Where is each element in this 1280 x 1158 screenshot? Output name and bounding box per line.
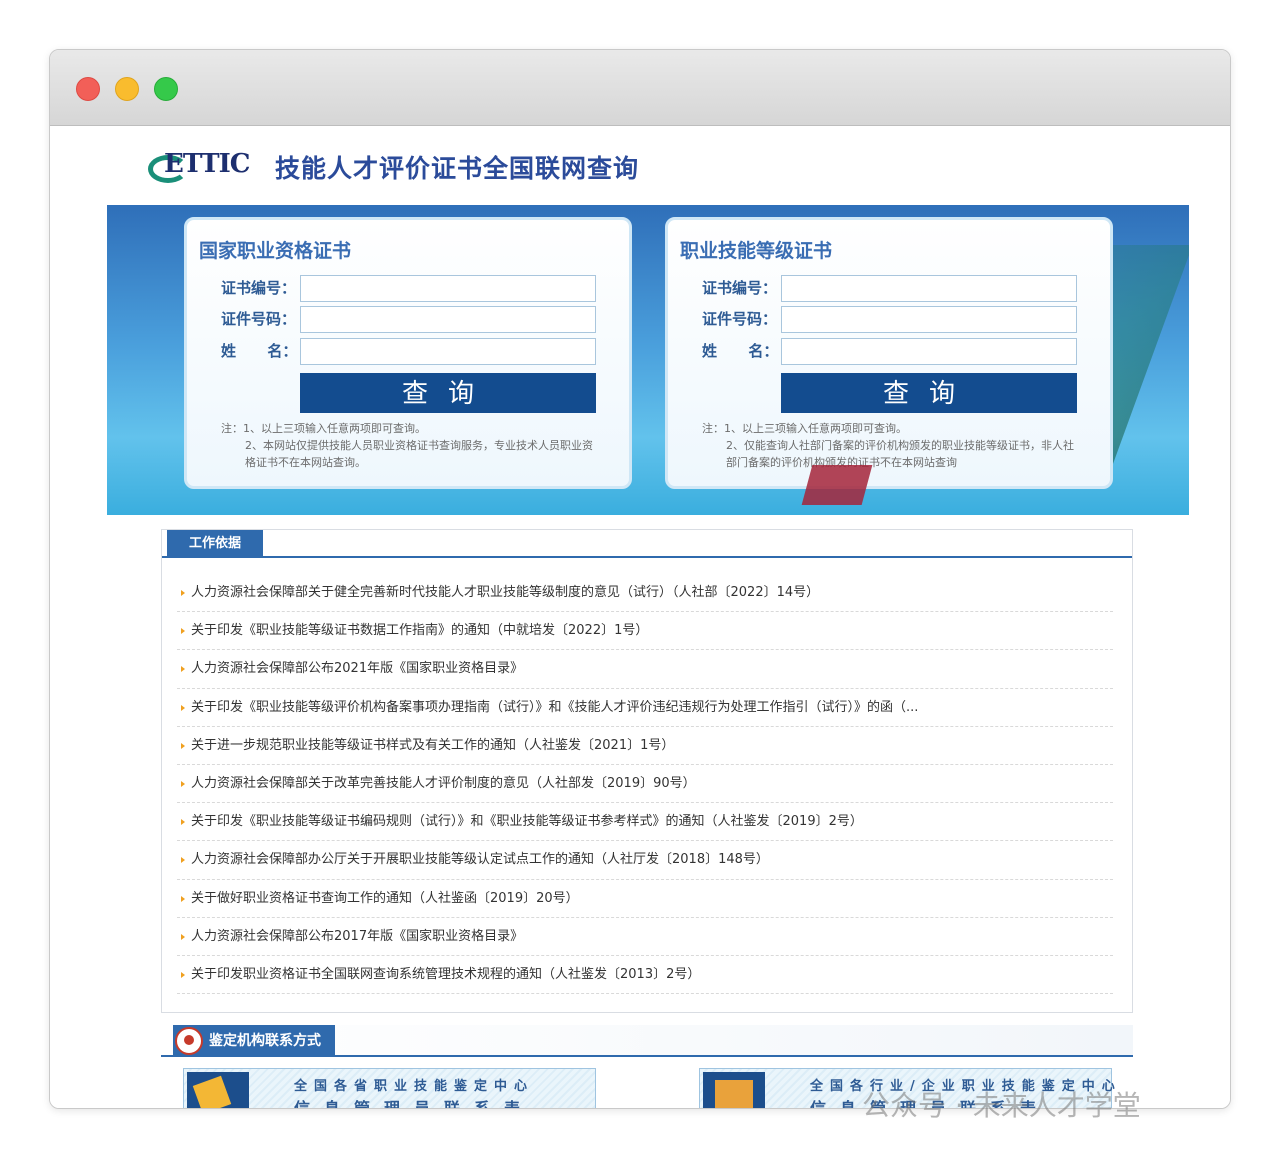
contact-tab[interactable]: 鉴定机构联系方式 [173,1025,335,1057]
card-title: 国家职业资格证书 [199,240,352,262]
section-header: 工作依据 [162,530,1132,558]
books-icon [703,1072,765,1108]
card-title: 职业技能等级证书 [680,240,833,262]
query-banner: 国家职业资格证书 证书编号： 证件号码： 姓 名： 查询 注：1、以上三项输入任… [107,205,1189,515]
logo-text: ETTIC [164,149,250,179]
contact-box-title: 全国各省职业技能鉴定中心 [294,1079,535,1094]
window-titlebar [50,50,1230,126]
list-item[interactable]: 人力资源社会保障部关于改革完善技能人才评价制度的意见（人社部发〔2019〕90号… [177,765,1113,804]
vocational-qualification-card: 国家职业资格证书 证书编号： 证件号码： 姓 名： 查询 注：1、以上三项输入任… [184,217,632,489]
ettic-logo: ETTIC [148,149,263,185]
cert-number-label: 证书编号： [702,279,778,297]
site-title: 技能人才评价证书全国联网查询 [275,154,640,183]
note-line-1: 注：1、以上三项输入任意两项即可查询。 [702,422,907,435]
section-header: 鉴定机构联系方式 [161,1025,1133,1057]
browser-window: ETTIC 技能人才评价证书全国联网查询 国家职业资格证书 证书编号： 证件号码… [49,49,1231,1109]
list-item[interactable]: 关于进一步规范职业技能等级证书样式及有关工作的通知（人社鉴发〔2021〕1号） [177,727,1113,765]
contact-badge-icon [175,1027,203,1055]
list-item[interactable]: 人力资源社会保障部办公厅关于开展职业技能等级认定试点工作的通知（人社厅发〔201… [177,841,1113,880]
minimize-window-button[interactable] [115,77,139,101]
note-line-2: 2、仅能查询人社部门备案的评价机构颁发的职业技能等级证书，非人社部门备案的评价机… [726,439,1074,469]
provincial-center-link[interactable]: 全国各省职业技能鉴定中心 信息管理员联系表 [183,1068,596,1109]
cert-number-input[interactable] [781,275,1077,302]
maximize-window-button[interactable] [154,77,178,101]
name-input[interactable] [781,338,1077,365]
note-line-2: 2、本网站仅提供技能人员职业资格证书查询服务，专业技术人员职业资格证书不在本网站… [245,439,593,469]
close-window-button[interactable] [76,77,100,101]
skill-level-card: 职业技能等级证书 证书编号： 证件号码： 姓 名： 查询 注：1、以上三项输入任… [665,217,1113,489]
note-line-1: 注：1、以上三项输入任意两项即可查询。 [221,422,426,435]
contact-tab-label: 鉴定机构联系方式 [209,1033,321,1049]
list-item[interactable]: 人力资源社会保障部关于健全完善新时代技能人才职业技能等级制度的意见（试行）（人社… [177,574,1113,613]
list-item[interactable]: 人力资源社会保障部公布2021年版《国家职业资格目录》 [177,650,1113,689]
id-number-input[interactable] [781,306,1077,333]
folder-icon [187,1072,249,1108]
wechat-watermark: 公众号 · 未来人才学堂 [862,1089,1141,1122]
name-label: 姓 名： [221,342,298,360]
page-content: ETTIC 技能人才评价证书全国联网查询 国家职业资格证书 证书编号： 证件号码… [50,127,1230,1109]
query-note: 注：1、以上三项输入任意两项即可查询。 2、本网站仅提供技能人员职业资格证书查询… [221,420,601,471]
list-item[interactable]: 关于做好职业资格证书查询工作的通知（人社鉴函〔2019〕20号） [177,880,1113,918]
id-number-label: 证件号码： [702,310,778,328]
list-item[interactable]: 人力资源社会保障部公布2017年版《国家职业资格目录》 [177,918,1113,956]
list-item[interactable]: 关于印发《职业技能等级证书编码规则（试行）》和《职业技能等级证书参考样式》的通知… [177,803,1113,842]
name-label: 姓 名： [702,342,779,360]
name-input[interactable] [300,338,596,365]
query-button[interactable]: 查询 [781,373,1077,413]
site-header: ETTIC 技能人才评价证书全国联网查询 [148,147,639,187]
contact-box-subtitle: 信息管理员联系表 [294,1099,535,1109]
work-basis-tab[interactable]: 工作依据 [167,530,264,558]
list-item[interactable]: 关于印发《职业技能等级评价机构备案事项办理指南（试行）》和《技能人才评价违纪违规… [177,689,1113,727]
cert-number-label: 证书编号： [221,279,297,297]
list-item[interactable]: 关于印发《职业技能等级证书数据工作指南》的通知（中就培发〔2022〕1号） [177,612,1113,651]
list-item[interactable]: 关于印发职业资格证书全国联网查询系统管理技术规程的通知（人社鉴发〔2013〕2号… [177,956,1113,995]
id-number-input[interactable] [300,306,596,333]
work-basis-list: 人力资源社会保障部关于健全完善新时代技能人才职业技能等级制度的意见（试行）（人社… [177,574,1113,995]
work-basis-section: 工作依据 人力资源社会保障部关于健全完善新时代技能人才职业技能等级制度的意见（试… [161,529,1133,1013]
cert-number-input[interactable] [300,275,596,302]
query-note: 注：1、以上三项输入任意两项即可查询。 2、仅能查询人社部门备案的评价机构颁发的… [702,420,1082,471]
id-number-label: 证件号码： [221,310,297,328]
query-button[interactable]: 查询 [300,373,596,413]
